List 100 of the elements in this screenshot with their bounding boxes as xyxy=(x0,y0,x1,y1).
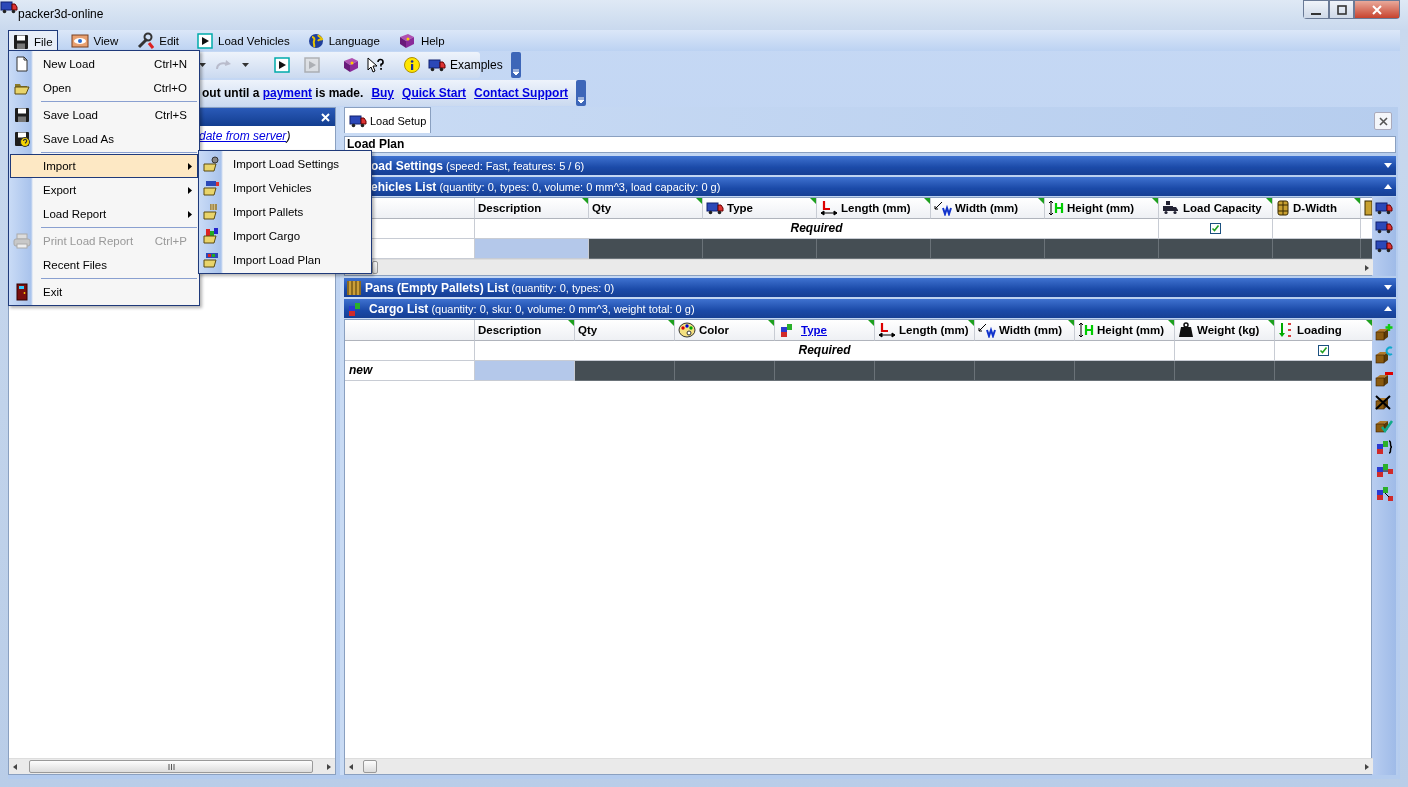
close-button[interactable] xyxy=(1354,0,1400,19)
eye-picture-icon xyxy=(70,34,89,48)
tab[interactable]: Load Setup xyxy=(344,107,432,133)
column-header[interactable]: Width (mm) xyxy=(975,320,1075,341)
link[interactable]: Quick Start xyxy=(402,86,467,100)
table-cell[interactable] xyxy=(875,361,975,381)
toolbar-chevron-icon[interactable] xyxy=(510,52,521,78)
column-header[interactable]: Height (mm) xyxy=(1075,320,1175,341)
menu-item[interactable]: Export xyxy=(10,178,198,202)
truck-edit-icon[interactable] xyxy=(1375,220,1393,234)
table-cell[interactable] xyxy=(589,239,703,259)
column-header[interactable] xyxy=(1361,198,1373,219)
section-title: oad Settings (speed: Fast, features: 5 / 6) xyxy=(371,158,585,173)
column-header[interactable]: D-Width xyxy=(1273,198,1361,219)
menu-item[interactable]: Load Vehicles xyxy=(192,30,295,52)
blocks-group-icon[interactable] xyxy=(1374,438,1394,456)
link[interactable]: Contact Support xyxy=(474,86,569,100)
menu-item[interactable]: Import xyxy=(10,154,198,178)
box-edit-icon[interactable] xyxy=(1374,346,1394,364)
section-header[interactable]: Cargo List (quantity: 0, sku: 0, volume: 0 mm^3, weight total: 0 g) xyxy=(344,299,1396,318)
expand-arrow-icon[interactable] xyxy=(1384,163,1392,168)
table-cell[interactable] xyxy=(1045,239,1159,259)
dropdown-caret-icon[interactable] xyxy=(199,63,206,67)
menu-item[interactable]: View xyxy=(65,30,124,52)
close-tab-button[interactable] xyxy=(1374,112,1392,130)
manual-icon[interactable] xyxy=(342,57,360,73)
table-cell[interactable] xyxy=(1275,361,1373,381)
column-header[interactable]: Loading xyxy=(1275,320,1373,341)
horizontal-scrollbar[interactable] xyxy=(9,758,335,774)
menu-item[interactable]: New Load Ctrl+N xyxy=(10,52,198,76)
column-header[interactable]: Load Capacity xyxy=(1159,198,1273,219)
table-cell[interactable] xyxy=(1361,239,1373,259)
menu-item[interactable]: Import Pallets xyxy=(200,200,370,224)
infobar-chevron-icon[interactable] xyxy=(576,80,587,106)
dropdown-caret-icon[interactable] xyxy=(242,63,249,67)
column-header[interactable]: Weight (kg) xyxy=(1175,320,1275,341)
blocks-link-icon[interactable] xyxy=(1374,461,1394,479)
table-cell[interactable] xyxy=(975,361,1075,381)
menu-item[interactable]: Import Cargo xyxy=(200,224,370,248)
close-icon xyxy=(1372,4,1382,15)
menu-item[interactable]: Save Load Ctrl+S xyxy=(10,103,198,127)
column-header[interactable]: Type xyxy=(703,198,817,219)
table-cell[interactable] xyxy=(817,239,931,259)
section-header[interactable]: Pans (Empty Pallets) List (quantity: 0, types: 0) xyxy=(344,278,1396,297)
link[interactable]: Buy xyxy=(371,86,395,100)
menu-item[interactable]: Edit xyxy=(131,30,185,52)
blocks-tree-icon[interactable] xyxy=(1374,484,1394,502)
checkbox[interactable] xyxy=(1210,223,1221,234)
horizontal-scrollbar[interactable] xyxy=(345,758,1373,774)
load-plan-field[interactable]: Load Plan xyxy=(344,136,1396,153)
column-header[interactable]: Qty xyxy=(575,320,675,341)
maximize-button[interactable] xyxy=(1329,0,1354,19)
table-cell[interactable] xyxy=(1175,361,1275,381)
menu-item[interactable]: Help xyxy=(392,30,450,52)
minimize-button[interactable] xyxy=(1303,0,1329,19)
grip-icon xyxy=(167,763,175,770)
close-icon[interactable] xyxy=(321,112,330,122)
examples-button[interactable]: Examples xyxy=(426,58,505,72)
box-add-icon[interactable] xyxy=(1374,323,1394,341)
horizontal-scrollbar[interactable] xyxy=(345,259,1373,275)
table-cell[interactable] xyxy=(775,361,875,381)
collapse-arrow-icon[interactable] xyxy=(1384,306,1392,311)
table-cell[interactable] xyxy=(675,361,775,381)
collapse-arrow-icon[interactable] xyxy=(1384,184,1392,189)
folder-truck-icon xyxy=(203,180,221,196)
payment-link[interactable]: payment xyxy=(262,86,312,100)
play-icon[interactable] xyxy=(274,57,290,73)
column-header[interactable]: Description xyxy=(475,320,575,341)
column-header[interactable]: Length (mm) xyxy=(875,320,975,341)
table-cell[interactable] xyxy=(931,239,1045,259)
truck-remove-icon[interactable] xyxy=(1375,239,1393,253)
column-header[interactable]: Color xyxy=(675,320,775,341)
column-header[interactable]: Type xyxy=(775,320,875,341)
menu-item[interactable]: Recent Files xyxy=(10,253,198,277)
type-link[interactable]: Type xyxy=(801,324,827,336)
menu-item[interactable]: Save Load As xyxy=(10,127,198,151)
help-pointer-icon[interactable] xyxy=(366,57,386,73)
menu-item[interactable]: Open Ctrl+O xyxy=(10,76,198,100)
scroll-thumb[interactable] xyxy=(363,760,377,773)
table-cell[interactable] xyxy=(1075,361,1175,381)
info-icon[interactable] xyxy=(404,56,420,74)
menu-item[interactable]: Load Report xyxy=(10,202,198,226)
column-header[interactable]: Description xyxy=(475,198,589,219)
box-remove-icon[interactable] xyxy=(1374,369,1394,387)
scroll-thumb[interactable] xyxy=(29,760,313,773)
column-header[interactable]: Length (mm) xyxy=(817,198,931,219)
menu-item[interactable]: Import Load Plan xyxy=(200,248,370,272)
checkbox[interactable] xyxy=(1318,345,1329,356)
folder-blocks-icon xyxy=(203,228,221,244)
column-header[interactable]: Qty xyxy=(589,198,703,219)
table-cell[interactable] xyxy=(703,239,817,259)
table-cell[interactable] xyxy=(1273,239,1361,259)
column-header[interactable]: Height (mm) xyxy=(1045,198,1159,219)
table-cell[interactable] xyxy=(1159,239,1273,259)
expand-arrow-icon[interactable] xyxy=(1384,285,1392,290)
menu-item[interactable]: Exit xyxy=(10,280,198,304)
truck-add-icon[interactable] xyxy=(1375,201,1393,215)
column-header[interactable]: Width (mm) xyxy=(931,198,1045,219)
table-cell[interactable] xyxy=(575,361,675,381)
menu-item[interactable]: Language xyxy=(302,30,385,52)
